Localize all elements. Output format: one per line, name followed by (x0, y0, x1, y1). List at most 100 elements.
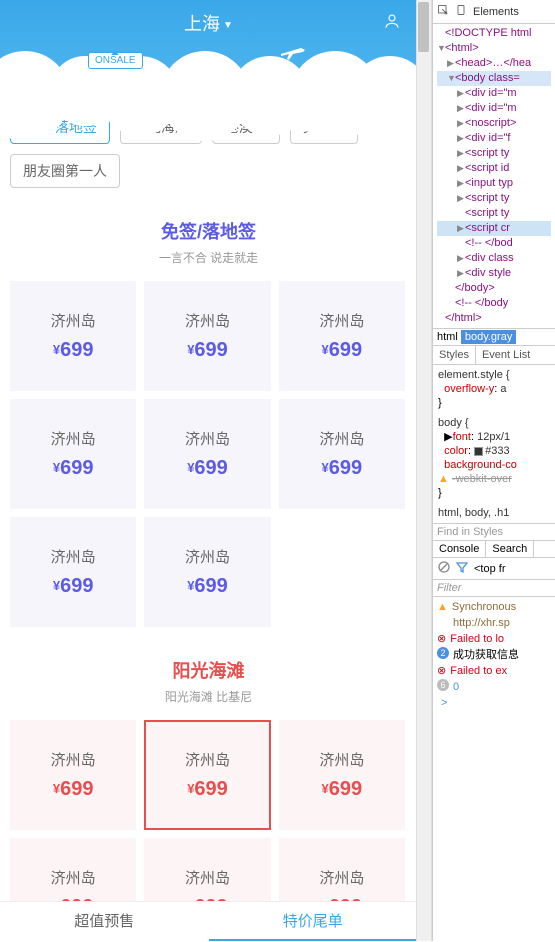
dom-tree-row[interactable]: ▶<head>…</hea (437, 56, 551, 71)
console-message[interactable]: ⊗Failed to lo (437, 631, 551, 647)
section-title: 阳光海滩 (10, 657, 407, 683)
dom-tree-row[interactable]: ▼<body class= (437, 71, 551, 86)
message-text: Failed to lo (450, 631, 504, 647)
event-listeners-tab[interactable]: Event List (476, 346, 536, 364)
destination-card[interactable]: 济州岛¥699 (10, 720, 136, 830)
dom-tree-row[interactable]: ▶<input typ (437, 176, 551, 191)
scrollbar-vertical[interactable] (416, 0, 431, 941)
elements-tab[interactable]: Elements (473, 6, 519, 18)
destination-card[interactable]: 济州岛¥699 (10, 399, 136, 509)
card-name: 济州岛 (319, 749, 364, 770)
expand-icon[interactable]: ▶ (444, 431, 452, 443)
count-badge: 6 (437, 679, 449, 691)
destination-card[interactable]: 济州岛 ¥699 (144, 399, 270, 509)
dom-tree-row[interactable]: ▶<script id (437, 161, 551, 176)
console-message[interactable]: ⊗Failed to ex (437, 663, 551, 679)
message-text: Failed to ex (450, 663, 507, 679)
console-tab[interactable]: Console (433, 541, 486, 557)
bottom-nav: 超值预售特价尾单 (0, 901, 417, 941)
dom-tree[interactable]: <!DOCTYPE html▼<html>▶<head>…</hea▼<body… (433, 24, 555, 328)
dom-tree-row[interactable]: ▶<div id="f (437, 131, 551, 146)
destination-card[interactable]: 济州岛¥699 (10, 281, 136, 391)
body-selector: body { (438, 416, 550, 430)
search-tab[interactable]: Search (486, 541, 534, 557)
crumb-body[interactable]: body.gray (461, 330, 517, 344)
dom-tree-row[interactable]: ▶<noscript> (437, 116, 551, 131)
price-value: 699 (60, 575, 93, 597)
styles-tab[interactable]: Styles (433, 346, 476, 364)
dom-tree-row[interactable]: </html> (437, 311, 551, 326)
category-tab[interactable]: 朋友圈第一人 (10, 154, 120, 188)
find-in-styles[interactable]: Find in Styles (433, 523, 555, 540)
dom-tree-row[interactable]: <!-- </body (437, 296, 551, 311)
top-frame-select[interactable]: <top fr (474, 563, 506, 575)
info-badge: 2 (437, 647, 449, 659)
console-message[interactable]: http://xhr.sp (437, 615, 551, 631)
card-name: 济州岛 (185, 428, 230, 449)
dom-tree-row[interactable]: ▶<div style (437, 266, 551, 281)
card-price: ¥699 (322, 457, 363, 480)
currency-symbol: ¥ (53, 342, 60, 357)
dom-tree-row[interactable]: ▼<html> (437, 41, 551, 56)
dom-tree-row[interactable]: ▶<script cr (437, 221, 551, 236)
css-val: #333 (485, 445, 509, 457)
card-price: ¥699 (187, 457, 228, 480)
price-value: 699 (60, 778, 93, 800)
dom-tree-row[interactable]: <!DOCTYPE html (437, 26, 551, 41)
destination-card[interactable]: 济州岛¥699 (279, 720, 405, 830)
dom-tree-row[interactable]: </body> (437, 281, 551, 296)
breadcrumb[interactable]: html body.gray (433, 328, 555, 345)
message-text: Synchronous (452, 599, 516, 615)
cloud-decoration (0, 46, 417, 81)
city-selector[interactable]: 上海▼ (0, 0, 417, 36)
filter-icon[interactable] (456, 561, 468, 576)
console-message[interactable]: ▲Synchronous (437, 599, 551, 615)
destination-card[interactable]: 济州岛¥699 (10, 517, 136, 627)
section-title: 免签/落地签 (10, 218, 407, 244)
console-toolbar: <top fr (433, 558, 555, 580)
destination-card[interactable]: 济州岛 ¥699 (279, 399, 405, 509)
dom-tree-row[interactable]: ▶<div class (437, 251, 551, 266)
console-message[interactable]: 2成功获取信息 (437, 647, 551, 663)
profile-icon[interactable] (383, 12, 401, 30)
card-name: 济州岛 (51, 749, 96, 770)
dom-tree-row[interactable]: <!-- </bod (437, 236, 551, 251)
price-value: 699 (329, 339, 362, 361)
css-prop: color (444, 445, 468, 457)
dom-tree-row[interactable]: ▶<script ty (437, 191, 551, 206)
css-val: 12px/1 (477, 431, 510, 443)
color-swatch[interactable] (474, 447, 483, 456)
console-filter[interactable]: Filter (433, 580, 555, 597)
console-message[interactable]: 60 (437, 679, 551, 695)
dom-tree-row[interactable]: ▶<div id="m (437, 101, 551, 116)
card-name: 济州岛 (51, 428, 96, 449)
section-subtitle: 阳光海滩 比基尼 (10, 688, 407, 705)
bottom-nav-item[interactable]: 超值预售 (0, 902, 209, 941)
card-price: ¥699 (187, 778, 228, 801)
onsale-badge: ONSALE (88, 52, 143, 69)
bottom-nav-item[interactable]: 特价尾单 (209, 902, 418, 941)
styles-body[interactable]: element.style { overflow-y: a } body { ▶… (433, 365, 555, 523)
devtools-toolbar: Elements (433, 0, 555, 24)
price-value: 699 (60, 457, 93, 479)
destination-card[interactable]: 济州岛¥699 (279, 281, 405, 391)
scrollbar-thumb[interactable] (418, 2, 429, 52)
dom-tree-row[interactable]: ▶<script ty (437, 146, 551, 161)
warning-icon: ▲ (438, 473, 449, 485)
inspect-icon[interactable] (437, 4, 449, 19)
console-messages[interactable]: ▲Synchronous http://xhr.sp⊗Failed to lo2… (433, 597, 555, 713)
card-name: 济州岛 (319, 428, 364, 449)
crumb-html[interactable]: html (437, 331, 458, 343)
card-price: ¥699 (322, 339, 363, 362)
console-prompt[interactable]: > (437, 695, 551, 711)
destination-card[interactable]: 济州岛¥699 (144, 281, 270, 391)
currency-symbol: ¥ (322, 460, 329, 475)
card-name: 济州岛 (185, 749, 230, 770)
device-icon[interactable] (455, 4, 467, 19)
dom-tree-row[interactable]: ▶<div id="m (437, 86, 551, 101)
currency-symbol: ¥ (53, 578, 60, 593)
dom-tree-row[interactable]: <script ty (437, 206, 551, 221)
destination-card[interactable]: 济州岛¥699 (144, 517, 270, 627)
destination-card[interactable]: 济州岛 ¥699 (144, 720, 270, 830)
clear-console-icon[interactable] (438, 561, 450, 576)
